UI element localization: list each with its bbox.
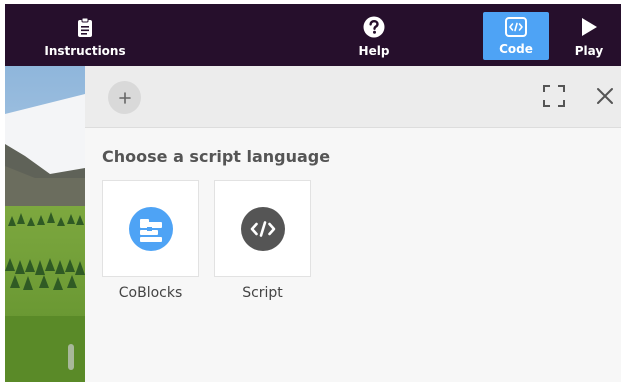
instructions-button[interactable]: Instructions (44, 4, 126, 66)
coblocks-label: CoBlocks (118, 285, 183, 301)
code-label: Code (499, 42, 533, 56)
coblocks-option[interactable] (102, 180, 199, 277)
code-brackets-icon (505, 16, 527, 38)
panel-header (85, 66, 621, 128)
close-button[interactable] (595, 86, 615, 106)
question-circle-icon (363, 16, 385, 38)
expand-button[interactable] (542, 84, 566, 108)
play-button[interactable]: Play (567, 4, 611, 66)
script-panel: Choose a script language CoBlocks Script (85, 66, 621, 382)
code-brackets-icon (240, 206, 285, 251)
app-frame: Instructions Help Code Play Choose a scr… (5, 4, 621, 382)
panel-title: Choose a script language (102, 147, 331, 166)
close-icon (597, 88, 613, 104)
play-label: Play (574, 44, 604, 58)
add-script-button[interactable] (108, 81, 141, 114)
coblocks-icon (128, 206, 173, 251)
instructions-label: Instructions (44, 44, 126, 58)
expand-icon (543, 85, 565, 107)
scene-preview[interactable] (5, 66, 85, 382)
help-button[interactable]: Help (351, 4, 397, 66)
clipboard-icon (74, 16, 96, 38)
play-icon (578, 16, 600, 38)
script-option[interactable] (214, 180, 311, 277)
help-label: Help (358, 44, 390, 58)
code-button[interactable]: Code (483, 12, 549, 60)
top-bar: Instructions Help Code Play (5, 4, 621, 66)
script-label: Script (242, 285, 283, 301)
plus-icon (118, 91, 131, 104)
